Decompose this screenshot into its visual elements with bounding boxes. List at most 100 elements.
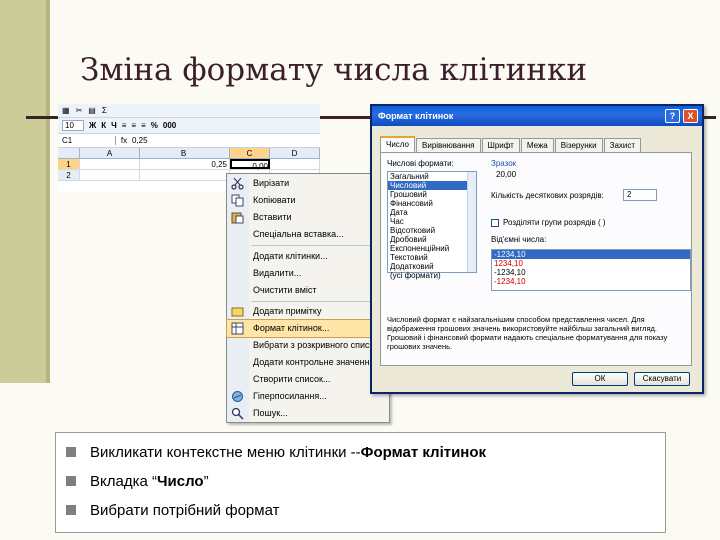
format-cells-dialog: Формат клітинок ? X Число Вирівнювання Ш… <box>370 104 704 394</box>
category-list[interactable]: Загальний Числовий Грошовий Фінансовий Д… <box>387 171 477 280</box>
align-center-icon[interactable]: ≡ <box>131 121 136 130</box>
bold-button[interactable]: Ж <box>89 121 96 130</box>
menu-item-create-list[interactable]: Створити список... <box>227 371 389 388</box>
ok-button[interactable]: ОК <box>572 372 628 386</box>
menu-item-add-watch[interactable]: Додати контрольне значення <box>227 354 389 371</box>
list-item-selected[interactable]: -1234,10 <box>492 250 690 259</box>
name-box[interactable]: C1 <box>58 136 116 145</box>
decimals-stepper[interactable]: 2 <box>623 189 657 201</box>
list-item[interactable]: Фінансовий <box>388 199 476 208</box>
menu-item-cut[interactable]: Вирізати <box>227 175 389 192</box>
menu-item-label: Створити список... <box>253 374 331 384</box>
separator-checkbox[interactable] <box>491 219 499 227</box>
negative-numbers-list[interactable]: -1234,10 1234,10 -1234,10 -1234,10 <box>491 249 691 291</box>
list-item[interactable]: 1234,10 <box>492 259 690 268</box>
cell-b1[interactable]: 0,25 <box>140 159 230 169</box>
cell-c1-selected[interactable]: 0,00 <box>230 159 270 171</box>
menu-item-label: Спеціальна вставка... <box>253 229 344 239</box>
cell-b2[interactable] <box>140 170 230 180</box>
tab-patterns[interactable]: Візерунки <box>554 138 603 152</box>
tab-font[interactable]: Шрифт <box>481 138 520 152</box>
column-header-c[interactable]: C <box>230 148 270 158</box>
row-header[interactable]: 1 <box>58 159 80 169</box>
menu-separator <box>251 301 387 302</box>
sample-group-label: Зразок <box>491 159 517 168</box>
thousands-button[interactable]: 000 <box>163 121 176 130</box>
dialog-titlebar: Формат клітинок ? X <box>372 106 702 126</box>
tab-protection[interactable]: Захист <box>603 138 642 152</box>
column-header-a[interactable]: A <box>80 148 140 158</box>
close-button[interactable]: X <box>683 109 698 123</box>
underline-button[interactable]: Ч <box>111 121 117 130</box>
column-header-b[interactable]: B <box>140 148 230 158</box>
decorative-side-bar-edge <box>46 0 50 383</box>
menu-item-hyperlink[interactable]: Гіперпосилання... <box>227 388 389 405</box>
bullet-marker <box>66 505 76 515</box>
excel-formatting-toolbar: 10 Ж К Ч ≡ ≡ ≡ % 000 <box>58 118 320 134</box>
column-header-d[interactable]: D <box>270 148 320 158</box>
list-item[interactable]: Загальний <box>388 172 476 181</box>
list-item[interactable]: Грошовий <box>388 190 476 199</box>
menu-item-insert-cells[interactable]: Додати клітинки... <box>227 248 389 265</box>
list-item[interactable]: Час <box>388 217 476 226</box>
dialog-tabs: Число Вирівнювання Шрифт Межа Візерунки … <box>380 136 642 152</box>
italic-button[interactable]: К <box>101 121 106 130</box>
menu-item-label: Копіювати <box>253 195 296 205</box>
list-item[interactable]: Дробовий <box>388 235 476 244</box>
percent-button[interactable]: % <box>151 121 158 130</box>
bullet-bold: Число <box>156 472 204 490</box>
menu-item-paste-special[interactable]: Спеціальна вставка... <box>227 226 389 243</box>
align-left-icon[interactable]: ≡ <box>122 121 127 130</box>
toolbar-icon[interactable]: ▤ <box>88 106 96 115</box>
menu-item-copy[interactable]: Копіювати <box>227 192 389 209</box>
slide-title: Зміна формату числа клітинки <box>80 52 587 88</box>
cancel-button[interactable]: Скасувати <box>634 372 690 386</box>
menu-item-insert-comment[interactable]: Додати примітку <box>227 303 389 320</box>
font-size-field[interactable]: 10 <box>62 120 84 131</box>
cell-d1[interactable] <box>270 159 320 169</box>
menu-item-clear-contents[interactable]: Очистити вміст <box>227 282 389 299</box>
cell-a1[interactable] <box>80 159 140 169</box>
cell-a2[interactable] <box>80 170 140 180</box>
align-right-icon[interactable]: ≡ <box>141 121 146 130</box>
list-item[interactable]: Текстовий <box>388 253 476 262</box>
list-item-selected[interactable]: Числовий <box>388 181 476 190</box>
tab-alignment[interactable]: Вирівнювання <box>416 138 481 152</box>
list-item[interactable]: -1234,10 <box>492 277 690 286</box>
list-item[interactable]: Дата <box>388 208 476 217</box>
list-item: Викликати контекстне меню клітинки -- Фо… <box>66 442 486 462</box>
tab-border[interactable]: Межа <box>520 138 554 152</box>
list-scrollbar[interactable] <box>467 172 476 272</box>
list-item[interactable]: Експоненційний <box>388 244 476 253</box>
menu-item-format-cells[interactable]: Формат клітинок... <box>226 319 390 338</box>
list-item[interactable]: -1234,10 <box>492 268 690 277</box>
fx-icon[interactable]: fx <box>116 136 132 145</box>
toolbar-icon[interactable]: ✂ <box>76 106 83 115</box>
formula-input[interactable]: 0,25 <box>132 136 148 145</box>
toolbar-icon[interactable]: ▦ <box>62 106 70 115</box>
menu-item-label: Вибрати з розкривного списку... <box>253 340 385 350</box>
bullet-after: ” <box>203 472 209 490</box>
copy-icon <box>231 194 244 207</box>
list-item[interactable]: (усі формати) <box>388 271 476 280</box>
menu-item-pick-from-list[interactable]: Вибрати з розкривного списку... <box>227 337 389 354</box>
select-all-corner[interactable] <box>58 148 80 158</box>
menu-item-delete[interactable]: Видалити... <box>227 265 389 282</box>
list-item[interactable]: Відсотковий <box>388 226 476 235</box>
bullet-bold: Формат клітинок <box>360 443 487 461</box>
tab-number[interactable]: Число <box>380 136 416 152</box>
menu-item-label: Очистити вміст <box>253 285 317 295</box>
category-label: Числові формати: <box>387 159 454 168</box>
menu-item-lookup[interactable]: Пошук... <box>227 405 389 422</box>
menu-item-label: Формат клітинок... <box>253 323 330 333</box>
toolbar-icon[interactable]: Σ <box>102 106 107 115</box>
row-header[interactable]: 2 <box>58 170 80 180</box>
bullet-text: Викликати контекстне меню клітинки -- <box>90 443 361 461</box>
paste-icon <box>231 211 244 224</box>
negative-label: Від'ємні числа: <box>491 235 547 244</box>
list-item[interactable]: Додатковий <box>388 262 476 271</box>
formula-bar: C1 fx 0,25 <box>58 134 320 148</box>
sample-value: 20,00 <box>496 170 517 179</box>
menu-item-paste[interactable]: Вставити <box>227 209 389 226</box>
help-button[interactable]: ? <box>665 109 680 123</box>
